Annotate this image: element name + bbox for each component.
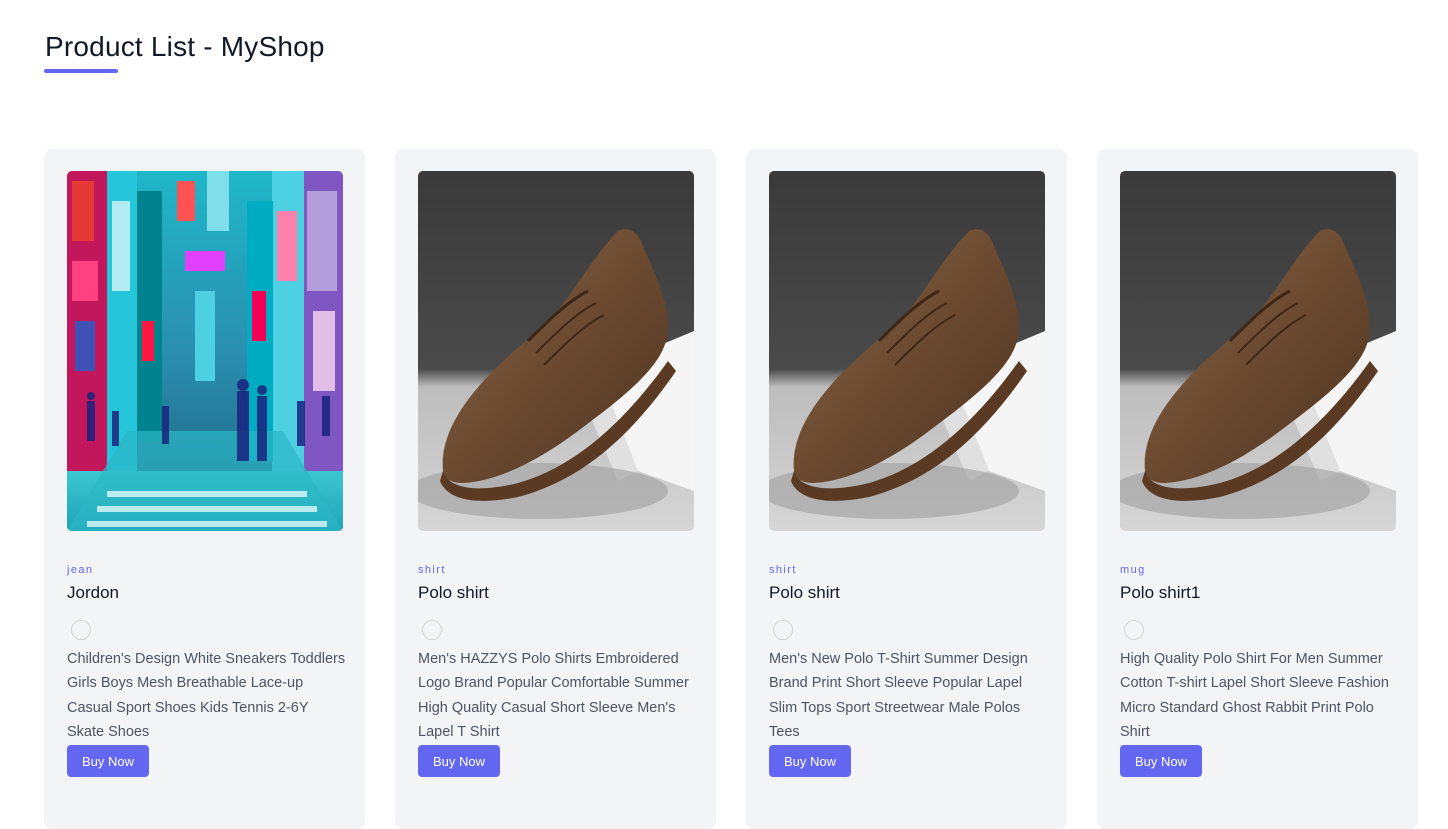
brown-shoe-image — [418, 171, 694, 531]
rating-icon — [773, 620, 793, 640]
buy-now-button[interactable]: Buy Now — [769, 745, 852, 777]
product-description: Men's New Polo T-Shirt Summer Design Bra… — [769, 651, 1028, 740]
product-image[interactable] — [418, 171, 694, 531]
product-name[interactable]: Jordon — [67, 582, 343, 604]
product-grid: jean Jordon Children's Design White Snea… — [44, 149, 1418, 829]
buy-now-button[interactable]: Buy Now — [418, 745, 501, 777]
page-header: Product List - MyShop — [44, 28, 325, 73]
product-image[interactable] — [769, 171, 1045, 531]
product-card: shirt Polo shirt Men's New Polo T-Shirt … — [746, 149, 1067, 829]
product-card: mug Polo shirt1 High Quality Polo Shirt … — [1097, 149, 1418, 829]
product-card: jean Jordon Children's Design White Snea… — [44, 149, 365, 829]
product-image[interactable] — [1120, 171, 1396, 531]
buy-now-button[interactable]: Buy Now — [67, 745, 150, 777]
brown-shoe-image — [1120, 171, 1396, 531]
product-category: mug — [1120, 564, 1146, 576]
page-title: Product List - MyShop — [45, 31, 325, 62]
product-description: Children's Design White Sneakers Toddler… — [67, 651, 346, 740]
product-card: shirt Polo shirt Men's HAZZYS Polo Shirt… — [395, 149, 716, 829]
product-image[interactable] — [67, 171, 343, 531]
product-category: shirt — [418, 564, 446, 576]
product-category: shirt — [769, 564, 797, 576]
product-category: jean — [67, 564, 94, 576]
rating-icon — [422, 620, 442, 640]
rating-icon — [1124, 620, 1144, 640]
product-name[interactable]: Polo shirt — [418, 582, 694, 604]
product-description: Men's HAZZYS Polo Shirts Embroidered Log… — [418, 651, 689, 740]
street-scene-image — [67, 171, 343, 531]
buy-now-button[interactable]: Buy Now — [1120, 745, 1203, 777]
title-underline — [44, 69, 118, 73]
product-description: High Quality Polo Shirt For Men Summer C… — [1120, 651, 1389, 740]
product-name[interactable]: Polo shirt — [769, 582, 1045, 604]
rating-icon — [71, 620, 91, 640]
product-name[interactable]: Polo shirt1 — [1120, 582, 1396, 604]
brown-shoe-image — [769, 171, 1045, 531]
